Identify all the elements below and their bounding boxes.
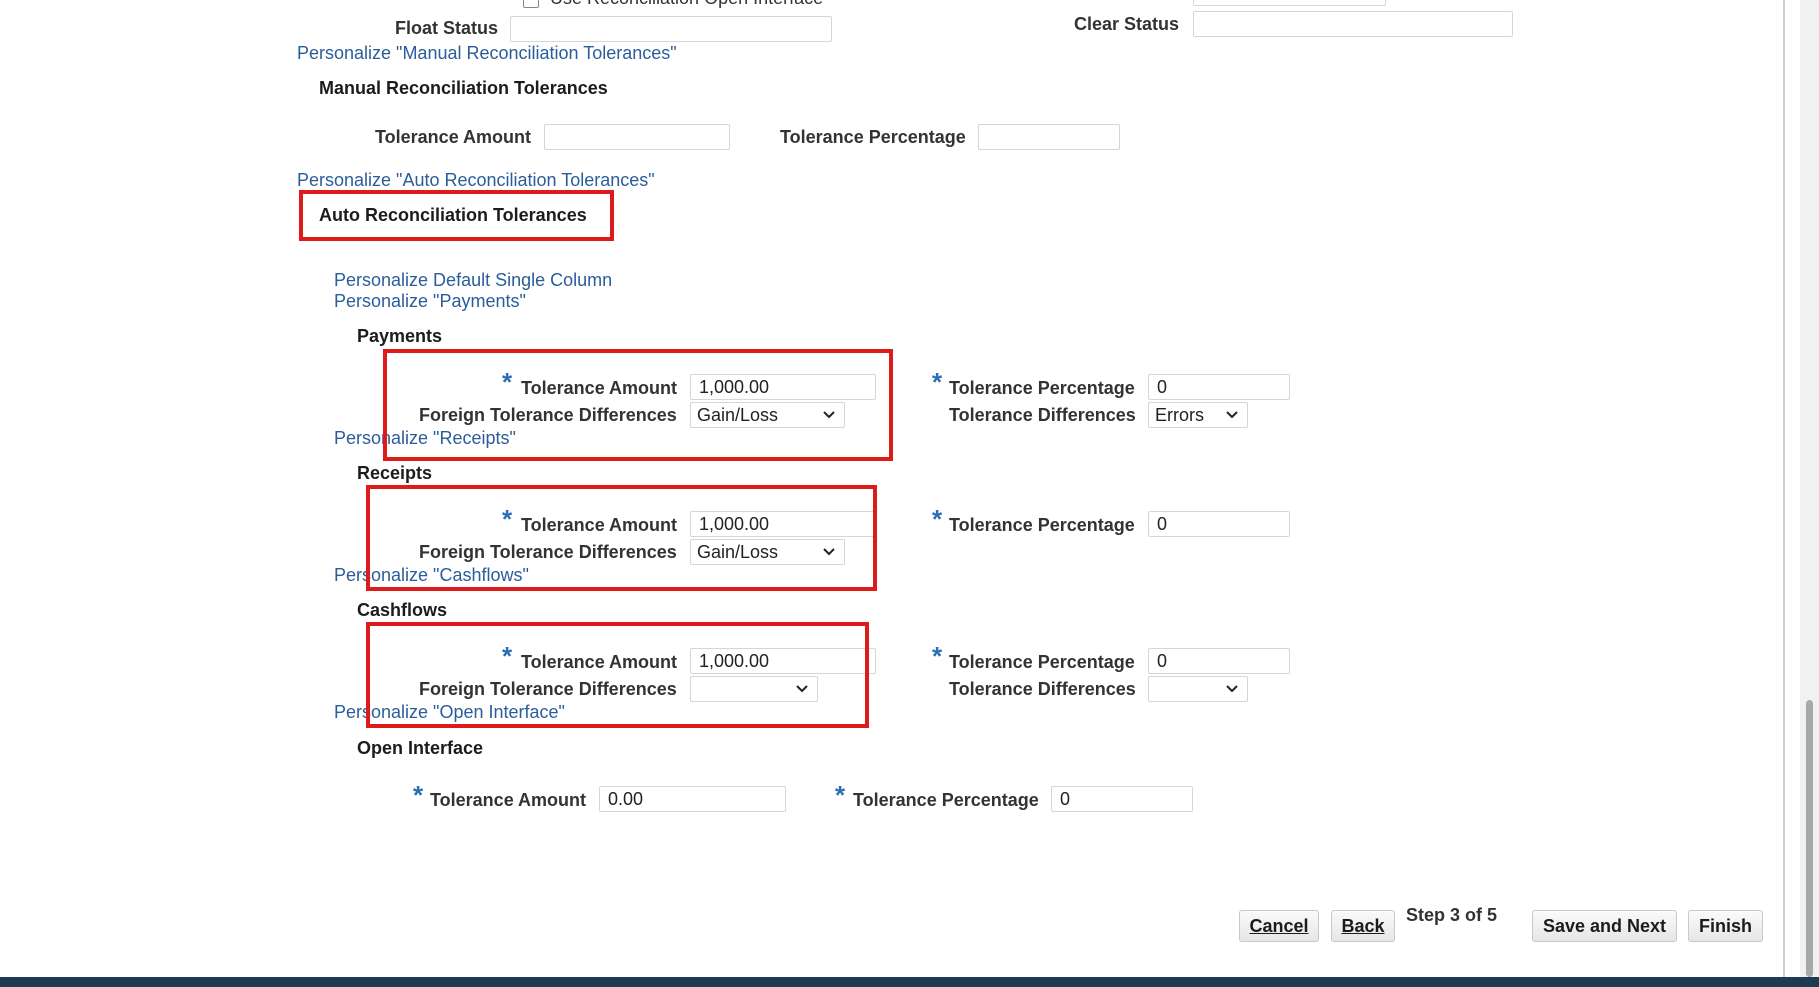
cancel-button[interactable]: Cancel [1239,910,1319,942]
payments-tolerance-diff-value: Errors [1155,405,1204,425]
cancel-button-label: Cancel [1249,916,1309,936]
highlight-cashflows [366,622,869,728]
cashflows-tolerance-diff-label: Tolerance Differences [949,679,1136,699]
save-and-next-button[interactable]: Save and Next [1532,910,1677,942]
clear-status-label: Clear Status [1074,14,1180,34]
step-indicator: Step 3 of 5 [1406,905,1498,925]
top-cut-field[interactable] [1193,0,1386,6]
personalize-manual-link[interactable]: Personalize "Manual Reconciliation Toler… [297,43,677,64]
personalize-payments-link[interactable]: Personalize "Payments" [334,291,526,312]
manual-tolerance-amount-label: Tolerance Amount [375,127,532,147]
cashflows-header: Cashflows [357,600,448,620]
bottom-bar [0,977,1819,987]
open-interface-header: Open Interface [357,738,484,758]
float-status-field[interactable] [510,16,832,42]
payments-tolerance-percentage-label: Tolerance Percentage [949,378,1135,398]
required-indicator: * [835,780,846,810]
required-indicator: * [932,367,943,397]
manual-tolerance-amount-field[interactable] [544,124,730,150]
cashflows-tolerance-percentage-label: Tolerance Percentage [949,652,1135,672]
open-interface-tolerance-percentage-field[interactable]: 0 [1051,786,1193,812]
open-interface-tolerance-percentage-label: Tolerance Percentage [853,790,1039,810]
checkbox-icon[interactable] [523,0,539,8]
highlight-payments [383,349,893,461]
cashflows-tolerance-percentage-field[interactable]: 0 [1148,648,1290,674]
payments-tolerance-diff-select[interactable]: Errors [1148,402,1248,428]
finish-button[interactable]: Finish [1688,910,1763,942]
payments-tolerance-percentage-field[interactable]: 0 [1148,374,1290,400]
payments-header: Payments [357,326,443,346]
cashflows-tolerance-diff-select[interactable] [1148,676,1248,702]
required-indicator: * [932,504,943,534]
manual-tolerance-percentage-label: Tolerance Percentage [780,127,966,147]
required-indicator: * [413,780,424,810]
receipts-tolerance-percentage-label: Tolerance Percentage [949,515,1135,535]
float-status-label: Float Status [395,18,499,38]
chevron-down-icon [1226,685,1238,693]
open-interface-tolerance-amount-label: Tolerance Amount [430,790,587,810]
required-indicator: * [932,641,943,671]
highlight-auto-header [299,190,614,241]
chevron-down-icon [1226,411,1238,419]
content-border [1783,0,1785,977]
personalize-default-single-column-link[interactable]: Personalize Default Single Column [334,270,612,291]
receipts-tolerance-percentage-field[interactable]: 0 [1148,511,1290,537]
back-button-label: Back [1341,916,1385,936]
open-interface-tolerance-amount-field[interactable]: 0.00 [599,786,786,812]
clear-status-field[interactable] [1193,11,1513,37]
personalize-auto-link[interactable]: Personalize "Auto Reconciliation Toleran… [297,170,655,191]
highlight-receipts [366,485,877,591]
manual-tolerance-percentage-field[interactable] [978,124,1120,150]
receipts-header: Receipts [357,463,433,483]
manual-tolerances-header: Manual Reconciliation Tolerances [319,78,608,98]
back-button[interactable]: Back [1331,910,1395,942]
scrollbar-thumb[interactable] [1806,700,1813,977]
payments-tolerance-diff-label: Tolerance Differences [949,405,1136,425]
use-open-interface-label: Use Reconciliation Open Interface [550,0,823,9]
